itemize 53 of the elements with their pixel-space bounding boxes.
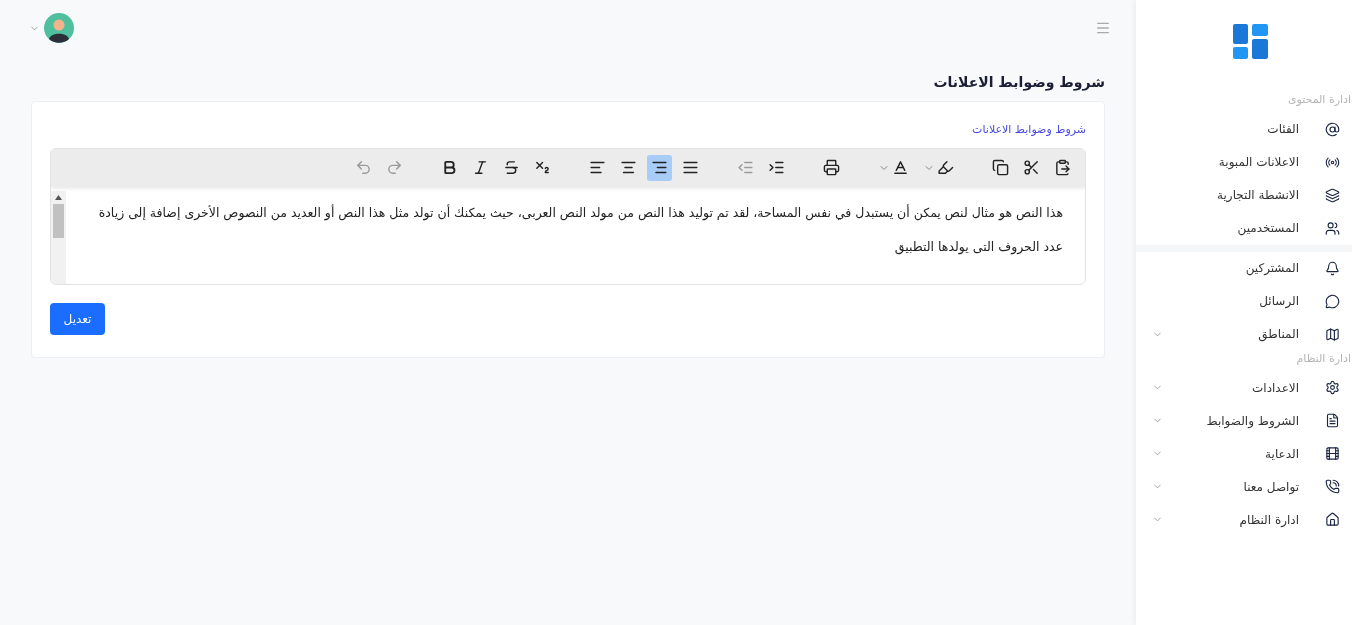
toolbar-button[interactable] — [647, 154, 672, 181]
section-heading: ادارة المحتوى — [1286, 92, 1352, 108]
editor-text: هذا النص هو مثال لنص يمكن أن يستبدل في نفس المساحة، لقد تم توليد هذا النص من مولد النص العربى، حيث يمكنك أن تولد مثل هذا النص أو العديد من النصوص الأخرى إضافة إلى زيادة عدد الحروف التى يولدها التطبيق — [97, 203, 1064, 257]
submit-button[interactable]: تعديل — [50, 302, 105, 335]
copy-icon — [992, 159, 1009, 176]
outdent-icon — [737, 159, 754, 176]
home-icon — [1325, 512, 1340, 527]
avatar-icon[interactable] — [44, 13, 74, 43]
map-icon — [1325, 326, 1340, 342]
scissors-icon — [1023, 159, 1040, 176]
layers-icon — [1325, 187, 1340, 203]
document-icon — [1325, 413, 1340, 428]
font-color-icon — [892, 159, 909, 176]
phone-icon — [1325, 479, 1340, 494]
subscript-icon — [534, 159, 551, 176]
bold-icon — [441, 159, 458, 176]
strikethrough-icon — [503, 159, 520, 176]
indent-icon — [768, 159, 785, 176]
scrollbar-thumb[interactable] — [53, 203, 64, 238]
highlighter-icon — [937, 159, 954, 176]
users-icon — [1325, 220, 1340, 236]
at-sign-icon — [1325, 121, 1340, 137]
sidebar-item[interactable]: تواصل معنا — [1150, 470, 1352, 503]
field-label: شروط وضوابط الاعلانات — [971, 122, 1086, 138]
settings-icon — [1325, 380, 1340, 395]
scroll-up-arrow-icon[interactable] — [55, 194, 62, 200]
logo-icon — [1233, 24, 1269, 60]
align-center-icon — [620, 159, 637, 176]
sidebar-item[interactable]: المستخدمين — [1150, 211, 1352, 245]
italic-icon — [472, 159, 489, 176]
sidebar-item[interactable]: المشتركين — [1150, 251, 1352, 285]
align-left-icon — [589, 159, 606, 176]
align-right-icon — [651, 159, 668, 176]
printer-icon — [823, 159, 840, 176]
sidebar-item[interactable]: الشروط والضوابط — [1150, 404, 1352, 437]
text-editor[interactable]: هذا النص هو مثال لنص يمكن أن يستبدل في نفس المساحة، لقد تم توليد هذا النص من مولد النص العربى، حيث يمكنك أن تولد مثل هذا النص أو العديد من النصوص الأخرى إضافة إلى زيادة عدد الحروف التى يولدها التطبيق — [50, 147, 1086, 285]
sidebar-item[interactable]: الفئات — [1150, 112, 1352, 146]
redo-icon — [386, 159, 403, 176]
bell-icon — [1325, 260, 1340, 276]
sidebar-item[interactable]: المناطق — [1150, 317, 1352, 351]
sidebar-item[interactable]: الرسائل — [1150, 284, 1352, 318]
sidebar-item[interactable]: الدعاية — [1150, 437, 1352, 470]
sidebar-item[interactable]: الاعدادات — [1150, 371, 1352, 404]
undo-icon — [355, 159, 372, 176]
section-heading: ادارة النظام — [1295, 350, 1352, 367]
page-title: شروط وضوابط الاعلانات — [932, 73, 1105, 93]
sidebar-item[interactable]: الاعلانات المبوبة — [1150, 145, 1352, 179]
align-justify-icon — [682, 159, 699, 176]
chat-bubble-icon — [1325, 293, 1340, 309]
sidebar-item[interactable]: ادارة النظام — [1150, 503, 1352, 536]
film-icon — [1325, 446, 1340, 461]
sidebar-item[interactable]: الانشطة التجارية — [1150, 178, 1352, 212]
paste-icon — [1054, 159, 1071, 176]
